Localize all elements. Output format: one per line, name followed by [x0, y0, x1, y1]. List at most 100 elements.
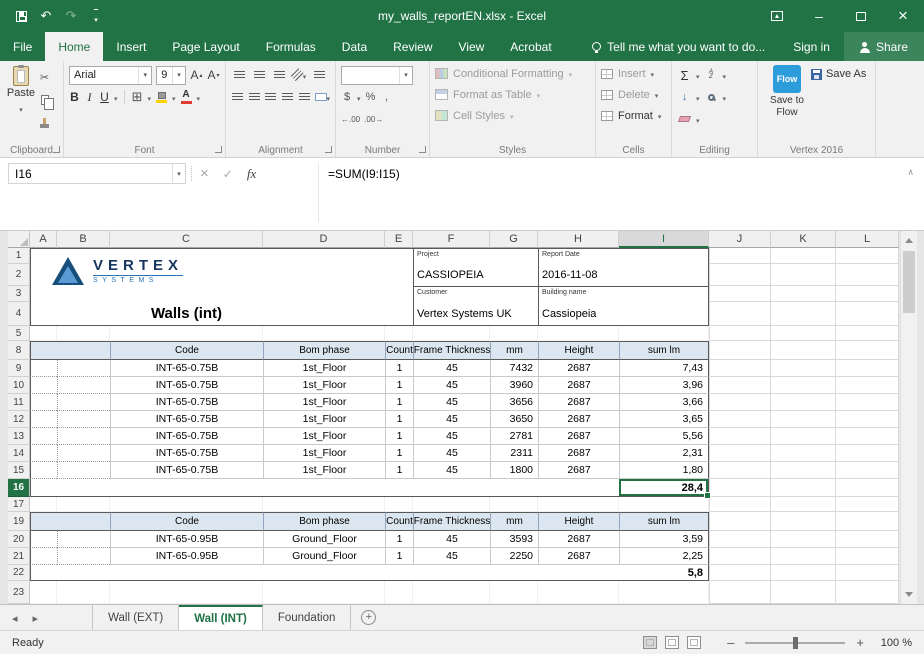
cell-J15[interactable]	[709, 462, 771, 479]
cell-J20[interactable]	[709, 531, 771, 548]
paste-button[interactable]: Paste	[5, 63, 37, 132]
cell-D15[interactable]: 1st_Floor	[263, 462, 385, 479]
cell-D17[interactable]	[263, 497, 385, 512]
cell-I11[interactable]: 3,66	[619, 394, 709, 411]
cell-L14[interactable]	[836, 445, 899, 462]
cell-B12[interactable]	[57, 411, 110, 428]
cell-D16[interactable]	[263, 479, 385, 497]
cell-K20[interactable]	[771, 531, 836, 548]
zoom-slider-thumb[interactable]	[793, 637, 798, 649]
select-all-corner[interactable]	[8, 231, 30, 248]
cell-K14[interactable]	[771, 445, 836, 462]
borders-icon[interactable]	[131, 88, 144, 106]
cell-A15[interactable]	[30, 462, 57, 479]
cell-C16[interactable]	[110, 479, 263, 497]
close-icon[interactable]	[882, 0, 924, 32]
ribbon-tab-review[interactable]: Review	[380, 32, 445, 61]
cell-A3[interactable]	[30, 286, 57, 302]
cell-F23[interactable]	[413, 581, 490, 604]
cell-L22[interactable]	[836, 565, 899, 581]
cell-D12[interactable]: 1st_Floor	[263, 411, 385, 428]
cell-B4[interactable]	[57, 302, 110, 326]
cell-L21[interactable]	[836, 548, 899, 565]
sign-in-button[interactable]: Sign in	[779, 32, 844, 61]
cell-C20[interactable]: INT-65-0.95B	[110, 531, 263, 548]
cell-I3[interactable]	[619, 286, 709, 302]
cell-C19[interactable]: Code	[110, 512, 263, 531]
row-header-12[interactable]: 12	[8, 411, 30, 428]
formula-input[interactable]: =SUM(I9:I15)	[318, 163, 916, 222]
cell-J17[interactable]	[709, 497, 771, 512]
fill-color-icon[interactable]	[155, 88, 168, 106]
cell-F2[interactable]: CASSIOPEIA	[413, 264, 490, 286]
cell-C15[interactable]: INT-65-0.75B	[110, 462, 263, 479]
cell-J2[interactable]	[709, 264, 771, 286]
cell-G15[interactable]: 1800	[490, 462, 538, 479]
row-header-20[interactable]: 20	[8, 531, 30, 548]
zoom-slider[interactable]	[745, 642, 845, 644]
increase-indent-icon[interactable]	[298, 89, 311, 105]
cell-A9[interactable]	[30, 360, 57, 377]
cell-A16[interactable]	[30, 479, 57, 497]
cell-D8[interactable]: Bom phase	[263, 341, 385, 360]
cell-G11[interactable]: 3656	[490, 394, 538, 411]
redo-icon[interactable]	[60, 4, 82, 28]
cell-F5[interactable]	[413, 326, 490, 341]
cell-B19[interactable]	[57, 512, 110, 531]
cell-D1[interactable]	[263, 248, 385, 264]
cell-L4[interactable]	[836, 302, 899, 326]
cell-F21[interactable]: 45	[413, 548, 490, 565]
cell-A21[interactable]	[30, 548, 57, 565]
cell-I16[interactable]: 28,4	[619, 479, 709, 497]
ribbon-display-options-icon[interactable]	[756, 0, 798, 32]
cell-K23[interactable]	[771, 581, 836, 604]
cell-L11[interactable]	[836, 394, 899, 411]
cell-I19[interactable]: sum lm	[619, 512, 709, 531]
cell-H4[interactable]: Cassiopeia	[538, 302, 619, 326]
cell-H11[interactable]: 2687	[538, 394, 619, 411]
borders-dropdown-icon[interactable]	[148, 90, 152, 104]
column-header-j[interactable]: J	[709, 231, 771, 248]
vertical-scrollbar[interactable]	[900, 231, 917, 604]
align-right-icon[interactable]	[264, 89, 277, 105]
cell-L3[interactable]	[836, 286, 899, 302]
column-header-k[interactable]: K	[771, 231, 836, 248]
cell-I2[interactable]	[619, 264, 709, 286]
maximize-icon[interactable]	[840, 0, 882, 32]
orientation-icon[interactable]	[291, 67, 307, 83]
cell-C13[interactable]: INT-65-0.75B	[110, 428, 263, 445]
cell-I23[interactable]	[619, 581, 709, 604]
cell-B16[interactable]	[57, 479, 110, 497]
cell-J16[interactable]	[709, 479, 771, 497]
zoom-in-icon[interactable]	[856, 635, 864, 650]
cell-J19[interactable]	[709, 512, 771, 531]
cell-E20[interactable]: 1	[385, 531, 413, 548]
cell-G9[interactable]: 7432	[490, 360, 538, 377]
cell-C5[interactable]	[110, 326, 263, 341]
cell-B9[interactable]	[57, 360, 110, 377]
format-cells-button[interactable]: Format	[601, 105, 666, 126]
cell-A8[interactable]	[30, 341, 57, 360]
cell-A5[interactable]	[30, 326, 57, 341]
cell-E8[interactable]: Count	[385, 341, 413, 360]
cell-K8[interactable]	[771, 341, 836, 360]
cell-G3[interactable]	[490, 286, 538, 302]
cell-G8[interactable]: mm	[490, 341, 538, 360]
cell-G2[interactable]	[490, 264, 538, 286]
cell-A10[interactable]	[30, 377, 57, 394]
column-header-l[interactable]: L	[836, 231, 899, 248]
decrease-indent-icon[interactable]	[281, 89, 294, 105]
cell-J4[interactable]	[709, 302, 771, 326]
cell-A17[interactable]	[30, 497, 57, 512]
cell-B23[interactable]	[57, 581, 110, 604]
cell-F19[interactable]: Frame Thickness	[413, 512, 490, 531]
cell-D4[interactable]	[263, 302, 385, 326]
cell-E4[interactable]	[385, 302, 413, 326]
row-header-10[interactable]: 10	[8, 377, 30, 394]
cell-F20[interactable]: 45	[413, 531, 490, 548]
previous-sheet-icon[interactable]	[12, 611, 18, 625]
cell-I10[interactable]: 3,96	[619, 377, 709, 394]
cell-G13[interactable]: 2781	[490, 428, 538, 445]
cell-J5[interactable]	[709, 326, 771, 341]
cell-E2[interactable]	[385, 264, 413, 286]
